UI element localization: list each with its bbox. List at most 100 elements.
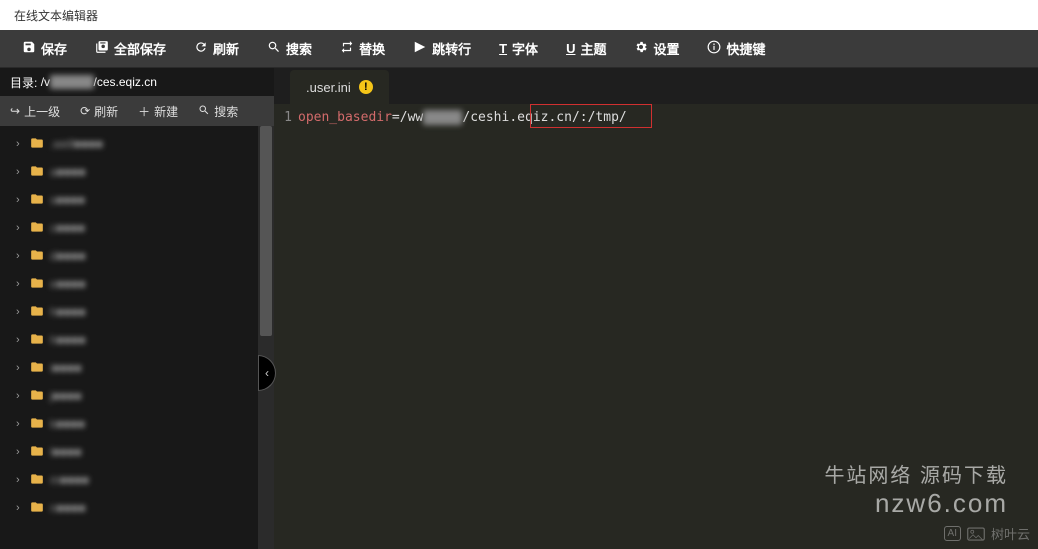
chevron-left-icon: ‹ <box>265 366 269 380</box>
chevron-right-icon: › <box>16 362 24 374</box>
refresh-icon: ⟳ <box>80 104 90 118</box>
font-icon: T <box>499 41 507 56</box>
chevron-right-icon: › <box>16 306 24 318</box>
chevron-right-icon: › <box>16 474 24 486</box>
folder-icon <box>30 193 44 208</box>
new-button[interactable]: ＋ 新建 <box>128 96 188 126</box>
tree-item[interactable]: › h■■■■ <box>0 298 274 326</box>
warning-icon: ! <box>359 80 373 94</box>
tree-item[interactable]: ›s■■■■ <box>0 186 274 214</box>
folder-label: e■■■■ <box>50 277 86 291</box>
folder-icon <box>30 221 44 236</box>
folder-label: j■■■■ <box>50 389 82 403</box>
theme-icon: U <box>566 41 575 56</box>
folder-label: h■■■■ <box>50 305 86 319</box>
tree-item[interactable]: › i■■■■ <box>0 354 274 382</box>
sidebar-toolbar: ↪ 上一级 ⟳ 刷新 ＋ 新建 搜索 <box>0 96 274 126</box>
tab-label: .user.ini <box>306 80 351 95</box>
folder-label: n■■■■ <box>50 501 86 515</box>
tree-item[interactable]: › k■■■■ <box>0 410 274 438</box>
tree-item[interactable]: › n■■■■ <box>0 494 274 522</box>
folder-icon <box>30 305 44 320</box>
chevron-right-icon: › <box>16 418 24 430</box>
plus-icon: ＋ <box>138 103 150 120</box>
folder-icon <box>30 277 44 292</box>
tab-user-ini[interactable]: .user.ini ! <box>290 70 389 104</box>
goto-icon <box>413 40 427 57</box>
watermark: 牛站网络 源码下载 nzw6.com <box>824 459 1008 519</box>
code-line-1[interactable]: open_basedir=/ww■■■■■/ceshi.eqiz.cn/:/tm… <box>298 108 1038 128</box>
replace-icon <box>340 40 354 57</box>
chevron-right-icon: › <box>16 222 24 234</box>
theme-button[interactable]: U 主题 <box>552 30 620 68</box>
chevron-right-icon: › <box>16 166 24 178</box>
folder-icon <box>30 417 44 432</box>
font-button[interactable]: T 字体 <box>485 30 552 68</box>
folder-icon <box>30 389 44 404</box>
search-button[interactable]: 搜索 <box>253 30 326 68</box>
folder-icon <box>30 445 44 460</box>
replace-button[interactable]: 替换 <box>326 30 399 68</box>
search-icon <box>267 40 281 57</box>
current-path: 目录: /v■■■■■■/ces.eqiz.cn <box>0 68 274 96</box>
folder-label: i■■■■ <box>50 361 82 375</box>
refresh-button[interactable]: 刷新 <box>180 30 253 68</box>
sidebar-scrollbar[interactable] <box>258 126 274 549</box>
chevron-right-icon: › <box>16 138 24 150</box>
up-level-button[interactable]: ↪ 上一级 <box>0 96 70 126</box>
tree-item[interactable]: › d■■■■ <box>0 242 274 270</box>
window-title: 在线文本编辑器 <box>14 7 98 24</box>
sidebar-refresh-button[interactable]: ⟳ 刷新 <box>70 96 128 126</box>
main-area: 目录: /v■■■■■■/ces.eqiz.cn ↪ 上一级 ⟳ 刷新 ＋ 新建… <box>0 68 1038 549</box>
tree-item[interactable]: ›j■■■■ <box>0 382 274 410</box>
folder-label: .well■■■■ <box>50 137 103 151</box>
folder-label: s■■■■ <box>50 193 85 207</box>
keyword: open_basedir <box>298 110 392 125</box>
tree-item[interactable]: › e■■■■ <box>0 270 274 298</box>
save-all-icon <box>95 40 109 57</box>
main-toolbar: 保存 全部保存 刷新 搜索 替换 跳转行 T 字体 U 主题 <box>0 30 1038 68</box>
settings-button[interactable]: 设置 <box>620 30 693 68</box>
tree-item[interactable]: › c■■■■ <box>0 214 274 242</box>
chevron-right-icon: › <box>16 502 24 514</box>
folder-label: k■■■■ <box>50 417 85 431</box>
line-number: 1 <box>274 108 292 128</box>
save-all-button[interactable]: 全部保存 <box>81 30 180 68</box>
ai-badge: AI <box>944 526 961 541</box>
folder-icon <box>30 137 44 152</box>
folder-icon <box>30 361 44 376</box>
gear-icon <box>634 40 648 57</box>
folder-label: a■■■■ <box>50 165 86 179</box>
tree-item[interactable]: › a■■■■ <box>0 158 274 186</box>
folder-label: m■■■■ <box>50 473 89 487</box>
shortcuts-button[interactable]: 快捷键 <box>693 30 779 68</box>
folder-label: h■■■■ <box>50 333 86 347</box>
folder-icon <box>30 165 44 180</box>
folder-icon <box>30 473 44 488</box>
editor-pane: .user.ini ! 1 open_basedir=/ww■■■■■/cesh… <box>274 68 1038 549</box>
share-icon: ↪ <box>10 104 20 118</box>
sidebar-search-button[interactable]: 搜索 <box>188 96 248 126</box>
line-gutter: 1 <box>274 104 298 549</box>
tree-item[interactable]: › m■■■■ <box>0 466 274 494</box>
refresh-icon <box>194 40 208 57</box>
save-button[interactable]: 保存 <box>8 30 81 68</box>
file-tree[interactable]: ›.well■■■■›a■■■■›s■■■■›c■■■■›d■■■■›e■■■■… <box>0 126 274 549</box>
folder-icon <box>30 333 44 348</box>
scrollbar-thumb[interactable] <box>260 126 272 336</box>
editor-tabs: .user.ini ! <box>274 68 1038 104</box>
tree-item[interactable]: › h■■■■ <box>0 326 274 354</box>
tree-item[interactable]: › .well■■■■ <box>0 130 274 158</box>
folder-label: d■■■■ <box>50 249 86 263</box>
folder-label: l■■■■ <box>50 445 82 459</box>
brand-badge: AI 树叶云 <box>944 524 1030 543</box>
chevron-right-icon: › <box>16 278 24 290</box>
goto-line-button[interactable]: 跳转行 <box>399 30 485 68</box>
picture-icon <box>967 527 985 541</box>
folder-label: c■■■■ <box>50 221 85 235</box>
chevron-right-icon: › <box>16 334 24 346</box>
info-icon <box>707 40 721 57</box>
save-icon <box>22 40 36 57</box>
chevron-right-icon: › <box>16 250 24 262</box>
tree-item[interactable]: ›l■■■■ <box>0 438 274 466</box>
